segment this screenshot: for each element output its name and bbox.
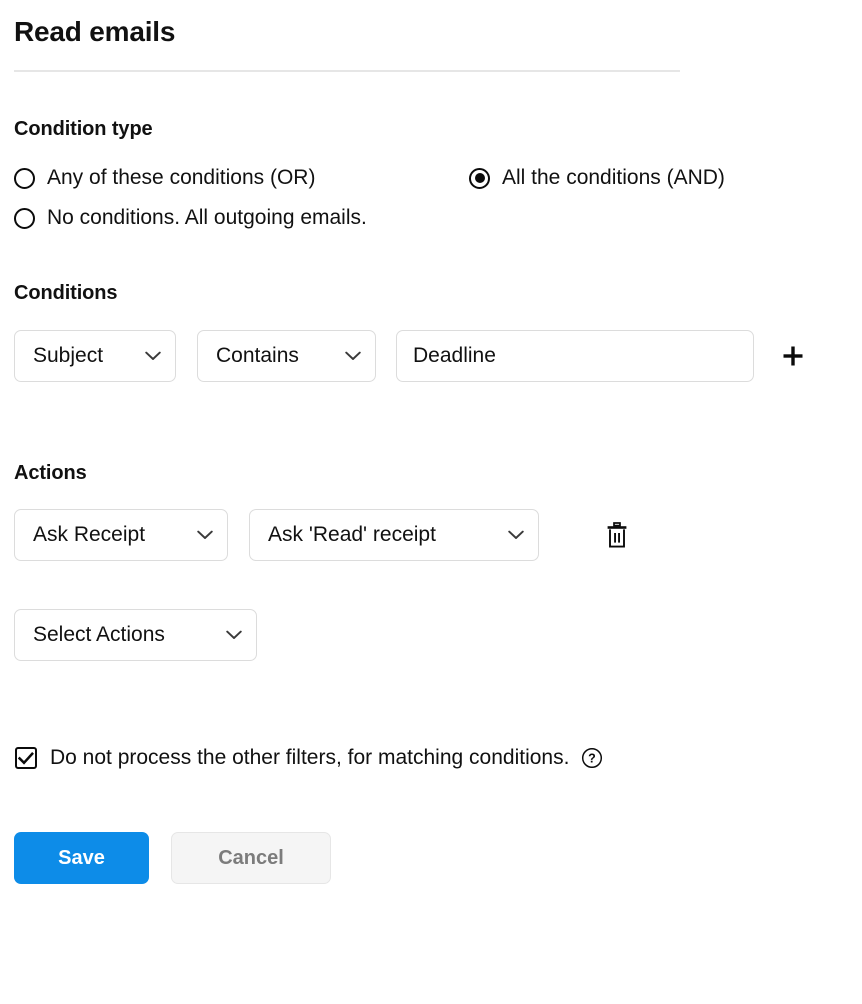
chevron-down-icon bbox=[226, 630, 242, 640]
trash-icon bbox=[607, 521, 627, 548]
radio-option-all-the-conditions[interactable]: All the conditions (AND) bbox=[469, 165, 725, 191]
plus-icon bbox=[783, 346, 803, 366]
chevron-down-icon bbox=[145, 351, 161, 361]
page-header: Read emails bbox=[0, 0, 862, 50]
condition-type-row-1: Any of these conditions (OR) All the con… bbox=[14, 158, 862, 198]
skip-other-filters-row: Do not process the other filters, for ma… bbox=[0, 746, 862, 770]
svg-text:?: ? bbox=[589, 751, 597, 765]
radio-option-any-of-these-conditions[interactable]: Any of these conditions (OR) bbox=[14, 165, 469, 191]
help-icon[interactable]: ? bbox=[581, 747, 603, 769]
chevron-down-icon bbox=[508, 530, 524, 540]
skip-other-filters-label: Do not process the other filters, for ma… bbox=[50, 746, 570, 769]
skip-other-filters-checkbox[interactable] bbox=[15, 747, 37, 769]
checkmark-icon bbox=[18, 751, 34, 765]
condition-type-row-2: No conditions. All outgoing emails. bbox=[14, 198, 862, 238]
add-condition-button[interactable] bbox=[778, 341, 808, 371]
delete-action-button[interactable] bbox=[602, 519, 632, 551]
conditions-section: Conditions Subject Contains Deadline bbox=[0, 282, 862, 382]
radio-icon-all-the-conditions[interactable] bbox=[469, 167, 490, 189]
condition-field-select-value: Subject bbox=[33, 344, 104, 367]
condition-field-select[interactable]: Subject bbox=[14, 330, 176, 382]
add-action-select[interactable]: Select Actions bbox=[14, 609, 257, 661]
add-action-select-value: Select Actions bbox=[33, 623, 165, 646]
add-action-row: Select Actions bbox=[0, 609, 862, 661]
condition-type-radio-group: Any of these conditions (OR) All the con… bbox=[0, 158, 862, 238]
action-row: Ask Receipt Ask 'Read' receipt bbox=[0, 509, 862, 561]
radio-label-any-of-these-conditions: Any of these conditions (OR) bbox=[47, 166, 316, 189]
radio-icon-no-conditions[interactable] bbox=[14, 207, 35, 229]
radio-label-all-the-conditions: All the conditions (AND) bbox=[502, 166, 725, 189]
chevron-down-icon bbox=[345, 351, 361, 361]
chevron-down-icon bbox=[197, 530, 213, 540]
condition-operator-select-value: Contains bbox=[216, 344, 299, 367]
save-button[interactable]: Save bbox=[14, 832, 149, 884]
header-divider bbox=[14, 70, 680, 72]
cancel-button[interactable]: Cancel bbox=[171, 832, 331, 884]
condition-value-input-text: Deadline bbox=[413, 344, 496, 367]
condition-row: Subject Contains Deadline bbox=[0, 330, 862, 382]
condition-value-input[interactable]: Deadline bbox=[396, 330, 754, 382]
radio-label-no-conditions: No conditions. All outgoing emails. bbox=[47, 206, 367, 229]
action-type-select[interactable]: Ask Receipt bbox=[14, 509, 228, 561]
condition-operator-select[interactable]: Contains bbox=[197, 330, 376, 382]
page-title: Read emails bbox=[14, 16, 176, 47]
actions-section: Actions Ask Receipt Ask 'Read' receipt S… bbox=[0, 462, 862, 661]
action-value-select-value: Ask 'Read' receipt bbox=[268, 523, 436, 546]
action-type-select-value: Ask Receipt bbox=[33, 523, 146, 546]
actions-heading: Actions bbox=[14, 462, 87, 484]
radio-icon-any-of-these-conditions[interactable] bbox=[14, 167, 35, 189]
radio-option-no-conditions[interactable]: No conditions. All outgoing emails. bbox=[14, 205, 367, 231]
form-footer: Save Cancel bbox=[0, 832, 862, 884]
condition-type-heading: Condition type bbox=[14, 118, 153, 140]
conditions-heading: Conditions bbox=[14, 282, 118, 304]
action-value-select[interactable]: Ask 'Read' receipt bbox=[249, 509, 539, 561]
condition-type-section: Condition type Any of these conditions (… bbox=[0, 118, 862, 238]
